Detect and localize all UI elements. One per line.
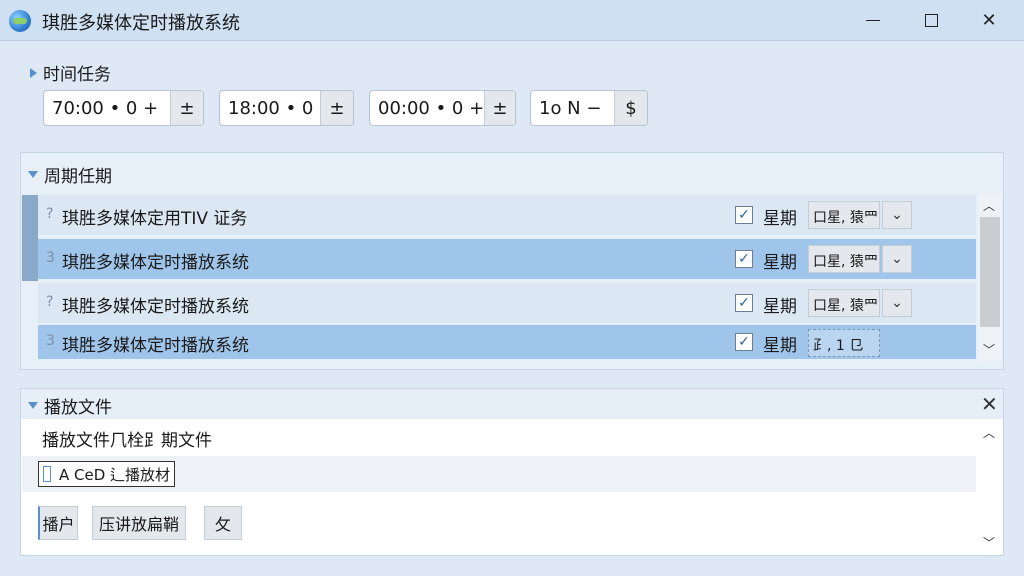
chevron-up-icon[interactable]: ︿ (978, 195, 1000, 215)
time-spinner-1-step-button[interactable]: ± (170, 91, 203, 125)
time-spinner-4-value[interactable]: 1o N − (531, 98, 614, 119)
row-weekday-dropdown[interactable]: ⌄ (882, 289, 912, 317)
row-weekday-combo[interactable]: ⼝星, 猿⺫ (808, 289, 880, 317)
period-scrollbar[interactable]: ︿ ﹀ (978, 193, 1002, 361)
row-enable-checkbox[interactable]: ✓ (735, 294, 753, 312)
play-button[interactable]: 播户 (38, 506, 78, 540)
file-scrollbar[interactable]: ︿ ﹀ (978, 420, 1002, 554)
file-section-header[interactable]: 播放文件 (28, 393, 112, 418)
play-button-label: 播户 (42, 515, 75, 534)
checkmark-icon: ✓ (738, 334, 750, 350)
title-bar: 琪胜多媒体定时播放系统 ✕ (0, 0, 1024, 41)
period-section-title: 周期任期 (44, 167, 112, 187)
time-spinner-3-value[interactable]: 00:00 • 0 + (370, 98, 484, 119)
row-weekday-combo[interactable]: ⼝星, 猿⺫ (808, 201, 880, 229)
chevron-down-icon: ⌄ (891, 251, 903, 267)
scroll-thumb[interactable] (980, 217, 1000, 327)
edit-play-button-label: 压讲放扁鞘 (98, 515, 179, 534)
time-section-title: 时间任务 (43, 65, 111, 85)
close-button[interactable]: ✕ (966, 4, 1012, 36)
time-spinner-4-step-button[interactable]: $ (614, 91, 647, 125)
checkmark-icon: ✓ (738, 207, 750, 223)
close-icon: ✕ (981, 9, 997, 31)
triangle-down-icon (28, 171, 38, 178)
triangle-down-icon (28, 402, 38, 409)
time-spinner-1[interactable]: 70:00 • 0 + ± (43, 90, 204, 126)
row-weekday-label: 星期 (763, 297, 797, 317)
row-index: ? (46, 294, 54, 310)
row-task-name: 琪胜多媒体定时播放系统 (62, 253, 249, 273)
row-weekday-label: 星期 (763, 336, 797, 356)
maximize-button[interactable] (908, 4, 954, 36)
triangle-right-icon (30, 67, 37, 78)
more-button[interactable]: ⺙ (204, 506, 242, 540)
time-spinner-4[interactable]: 1o N − $ (530, 90, 648, 126)
chevron-down-icon: ⌄ (891, 295, 903, 311)
row-enable-checkbox[interactable]: ✓ (735, 250, 753, 268)
chevron-down-icon[interactable]: ﹀ (978, 532, 1000, 552)
checkmark-icon: ✓ (738, 295, 750, 311)
minimize-icon (866, 19, 880, 21)
file-item-name: A CeD ⻍播放材 (59, 466, 171, 484)
file-item[interactable]: A CeD ⻍播放材 (38, 461, 176, 487)
close-icon[interactable]: ✕ (981, 392, 998, 416)
row-weekday-label: 星期 (763, 253, 797, 273)
maximize-icon (924, 13, 938, 27)
time-spinner-2[interactable]: 18:00 • 0 ± (219, 90, 354, 126)
chevron-down-icon[interactable]: ﹀ (978, 339, 1000, 359)
period-row-3[interactable]: ? 琪胜多媒体定时播放系统 ✓ 星期 ⼝星, 猿⺫ ⌄ (38, 283, 976, 323)
period-row-2[interactable]: 3 琪胜多媒体定时播放系统 ✓ 星期 ⼝星, 猿⺫ ⌄ (38, 239, 976, 279)
row-task-name: 琪胜多媒体定时播放系统 (62, 297, 249, 317)
time-section-header[interactable]: 时间任务 (30, 60, 111, 85)
app-window: 琪胜多媒体定时播放系统 ✕ 时间任务 70:00 • 0 + ± 18:00 •… (0, 0, 1024, 576)
window-title: 琪胜多媒体定时播放系统 (42, 13, 240, 34)
row-task-name: 琪胜多媒体定时播放系统 (62, 336, 249, 356)
minimize-button[interactable] (850, 4, 896, 36)
row-weekday-combo[interactable]: ⺪, 1 ⺋ (808, 329, 880, 357)
row-weekday-combo[interactable]: ⼝星, 猿⺫ (808, 245, 880, 273)
time-spinner-3-step-button[interactable]: ± (484, 91, 515, 125)
time-spinner-2-value[interactable]: 18:00 • 0 (220, 98, 320, 119)
row-task-name: 琪胜多媒体定用TIV 证务 (62, 209, 248, 229)
row-index: 3 (46, 333, 55, 349)
row-weekday-dropdown[interactable]: ⌄ (882, 245, 912, 273)
time-spinner-3[interactable]: 00:00 • 0 + ± (369, 90, 516, 126)
file-section-header-bar (21, 389, 1003, 419)
row-selection-marker (22, 195, 38, 281)
row-weekday-dropdown[interactable]: ⌄ (882, 201, 912, 229)
more-button-label: ⺙ (214, 515, 231, 534)
file-section-title: 播放文件 (44, 398, 112, 418)
app-globe-icon (9, 10, 31, 32)
file-icon (43, 466, 51, 482)
period-row-4[interactable]: 3 琪胜多媒体定时播放系统 ✓ 星期 ⺪, 1 ⺋ (38, 325, 976, 359)
chevron-up-icon[interactable]: ︿ (978, 422, 1000, 442)
period-row-1[interactable]: ? 琪胜多媒体定用TIV 证务 ✓ 星期 ⼝星, 猿⺫ ⌄ (38, 195, 976, 235)
time-spinner-2-step-button[interactable]: ± (320, 91, 353, 125)
row-enable-checkbox[interactable]: ✓ (735, 206, 753, 224)
time-spinner-1-value[interactable]: 70:00 • 0 + (44, 98, 170, 119)
chevron-down-icon: ⌄ (891, 207, 903, 223)
edit-play-button[interactable]: 压讲放扁鞘 (92, 506, 186, 540)
row-enable-checkbox[interactable]: ✓ (735, 333, 753, 351)
checkmark-icon: ✓ (738, 251, 750, 267)
row-index: 3 (46, 250, 55, 266)
file-section-description: 播放文件⺇栓⻊期文件 (42, 431, 212, 451)
row-index: ? (46, 206, 54, 222)
period-section-header[interactable]: 周期任期 (28, 162, 112, 187)
row-weekday-label: 星期 (763, 209, 797, 229)
